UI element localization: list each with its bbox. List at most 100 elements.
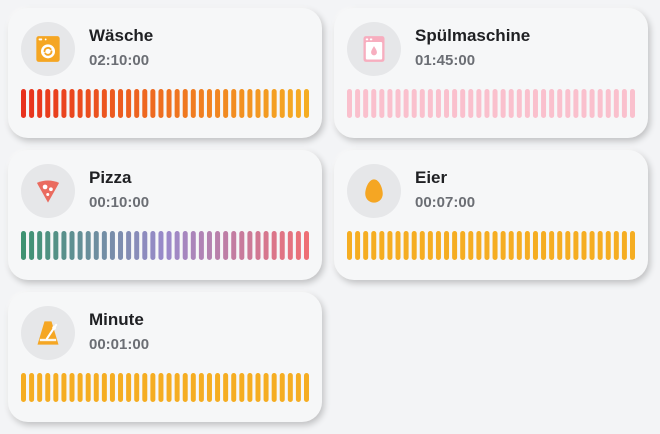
progress-segment [77,231,83,260]
progress-segment [69,231,75,260]
progress-segment [419,231,425,260]
timer-card-minute[interactable]: Minute 00:01:00 [8,292,322,422]
timer-card-pizza[interactable]: Pizza 00:10:00 [8,150,322,280]
progress-segment [379,89,385,118]
egg-icon [347,164,401,218]
progress-segment [271,231,277,260]
progress-segment [190,89,196,118]
progress-segment [37,373,43,402]
progress-segment [255,373,261,402]
progress-segment [247,373,253,402]
progress-segment [581,231,587,260]
timer-remaining-time: 00:07:00 [415,194,476,211]
progress-segment [61,89,67,118]
progress-segment [452,231,458,260]
progress-segment [69,89,75,118]
progress-segment [287,231,293,260]
progress-segment [508,89,514,118]
progress-segment [21,231,26,260]
timer-progress-bars [347,231,635,260]
progress-segment [45,89,51,118]
progress-segment [557,89,563,118]
progress-bar-graphic [21,231,309,260]
progress-segment [166,373,172,402]
progress-segment [166,231,172,260]
progress-segment [468,231,474,260]
progress-segment [541,89,547,118]
progress-segment [182,89,188,118]
progress-segment [508,231,514,260]
progress-segment [271,373,277,402]
progress-segment [557,231,563,260]
progress-segment [93,231,99,260]
progress-segment [158,373,164,402]
progress-segment [363,231,369,260]
timer-card-eier[interactable]: Eier 00:07:00 [334,150,648,280]
progress-segment [93,373,99,402]
progress-segment [500,231,506,260]
progress-segment [371,231,377,260]
progress-segment [279,231,285,260]
progress-segment [492,231,498,260]
timer-card-spuelmaschine[interactable]: Spülmaschine 01:45:00 [334,8,648,138]
progress-segment [411,89,417,118]
progress-segment [279,89,285,118]
timer-remaining-time: 01:45:00 [415,52,476,69]
progress-segment [565,231,571,260]
progress-segment [444,89,450,118]
progress-segment [166,89,172,118]
progress-segment [206,89,212,118]
timer-name: Spülmaschine [415,26,531,45]
progress-segment [287,89,293,118]
progress-segment [549,231,555,260]
progress-segment [85,89,91,118]
progress-segment [206,231,212,260]
progress-segment [247,89,253,118]
progress-segment [182,373,188,402]
progress-segment [476,89,482,118]
timer-remaining-time: 00:01:00 [89,336,150,353]
timer-dashboard: { "timers": [ { "name": "Wäsche", "time"… [0,0,660,434]
progress-segment [150,89,156,118]
progress-segment [403,89,409,118]
progress-segment [118,89,124,118]
progress-segment [61,373,67,402]
progress-segment [174,89,180,118]
timer-card-waesche[interactable]: Wäsche 02:10:00 [8,8,322,138]
progress-segment [263,231,269,260]
progress-segment [77,89,83,118]
progress-segment [190,231,196,260]
progress-bar-graphic [347,231,635,260]
progress-segment [85,373,91,402]
progress-segment [419,89,425,118]
progress-segment [279,373,285,402]
timer-remaining-time: 00:10:00 [89,194,150,211]
progress-segment [403,231,409,260]
progress-segment [198,89,204,118]
progress-segment [255,89,261,118]
progress-segment [29,373,35,402]
progress-segment [150,373,156,402]
progress-segment [597,89,603,118]
progress-segment [45,373,51,402]
progress-segment [524,89,530,118]
progress-segment [239,373,245,402]
progress-segment [573,231,579,260]
progress-segment [476,231,482,260]
timer-name: Pizza [89,168,132,187]
progress-segment [524,231,530,260]
progress-segment [174,231,180,260]
progress-segment [126,231,132,260]
progress-segment [613,89,619,118]
progress-segment [304,231,309,260]
progress-segment [21,373,26,402]
progress-segment [295,231,301,260]
timer-progress-bars [21,231,309,260]
washing-machine-icon [21,22,75,76]
progress-segment [271,89,277,118]
progress-segment [77,373,83,402]
progress-segment [630,231,635,260]
progress-segment [427,231,433,260]
timer-remaining-time: 02:10:00 [89,52,150,69]
progress-segment [255,231,261,260]
